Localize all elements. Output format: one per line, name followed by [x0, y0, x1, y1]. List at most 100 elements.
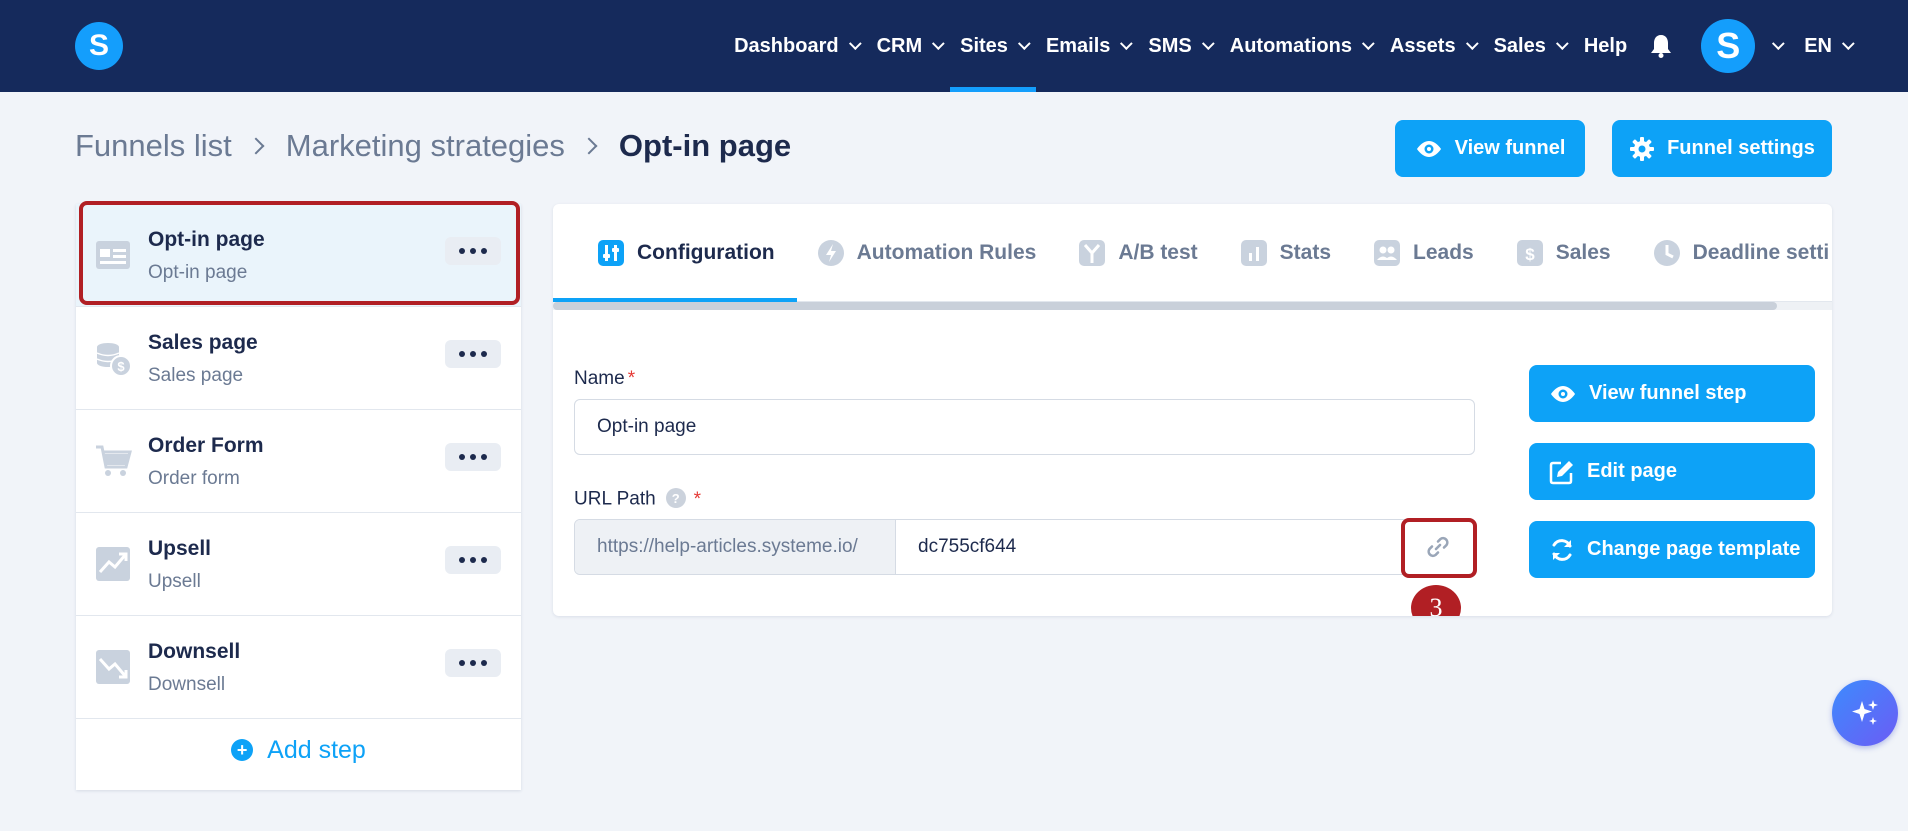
step-title: Opt-in page	[148, 228, 265, 251]
chevron-down-icon	[1361, 36, 1375, 50]
trend-down-icon	[96, 650, 130, 684]
step-title: Downsell	[148, 640, 241, 663]
tab-deadline-settings[interactable]: Deadline setti	[1633, 204, 1832, 302]
chevron-right-icon	[247, 137, 265, 155]
more-options-icon[interactable]	[445, 649, 501, 677]
more-options-icon[interactable]	[445, 443, 501, 471]
step-title: Order Form	[148, 434, 264, 457]
change-page-template-button[interactable]: Change page template	[1529, 521, 1815, 578]
refresh-icon	[1552, 538, 1572, 561]
view-funnel-step-button[interactable]: View funnel step	[1529, 365, 1815, 422]
ai-assistant-button[interactable]	[1832, 680, 1898, 746]
nav-item-sales[interactable]: Sales	[1484, 0, 1574, 92]
funnel-steps-list: Opt-in page Opt-in page $ Sales page Sal…	[76, 204, 521, 790]
step-title: Upsell	[148, 537, 212, 560]
chevron-down-icon	[1120, 36, 1134, 50]
more-options-icon[interactable]	[445, 237, 501, 265]
step-subtitle: Opt-in page	[148, 262, 248, 283]
eye-icon	[1551, 385, 1575, 402]
step-item-downsell[interactable]: Downsell Downsell	[76, 616, 521, 719]
nav-item-assets[interactable]: Assets	[1380, 0, 1484, 92]
nav-item-help[interactable]: Help	[1574, 0, 1637, 92]
notifications-bell-icon[interactable]	[1641, 0, 1681, 92]
required-mark: *	[693, 488, 702, 510]
step-configuration-panel: Configuration Automation Rules A/B test …	[553, 204, 1832, 616]
tab-automation-rules[interactable]: Automation Rules	[797, 204, 1059, 302]
tab-leads[interactable]: Leads	[1353, 204, 1496, 302]
chevron-down-icon[interactable]	[1772, 36, 1785, 50]
trend-up-icon	[96, 547, 130, 581]
edit-page-button[interactable]: Edit page	[1529, 443, 1815, 500]
chevron-down-icon	[1841, 36, 1855, 50]
eye-icon	[1416, 140, 1441, 157]
chevron-down-icon	[1555, 36, 1569, 50]
step-title: Sales page	[148, 331, 258, 354]
chevron-down-icon	[932, 36, 945, 50]
step-subtitle: Downsell	[148, 674, 226, 695]
step-item-opt-in-page[interactable]: Opt-in page Opt-in page	[76, 204, 521, 307]
more-options-icon[interactable]	[445, 340, 501, 368]
chevron-right-icon	[580, 137, 598, 155]
chevron-down-icon	[1465, 36, 1479, 50]
nav-item-crm[interactable]: CRM	[867, 0, 951, 92]
gear-icon	[1630, 136, 1655, 161]
copy-link-button[interactable]	[1403, 521, 1473, 573]
language-selector[interactable]: EN	[1794, 0, 1860, 92]
dollar-icon: $	[1516, 239, 1543, 266]
main-menu: Dashboard CRM Sites Emails SMS Automatio…	[724, 0, 1908, 92]
sparkles-icon	[1852, 700, 1878, 725]
step-item-upsell[interactable]: Upsell Upsell	[76, 513, 521, 616]
coins-icon: $	[96, 343, 132, 377]
url-path-field: https://help-articles.systeme.io/ dc755c…	[574, 519, 1475, 575]
add-step-button[interactable]: + Add step	[76, 710, 521, 790]
tab-configuration[interactable]: Configuration	[553, 204, 797, 302]
nav-item-sites[interactable]: Sites	[950, 0, 1036, 92]
step-subtitle: Upsell	[148, 571, 201, 592]
required-mark: *	[627, 368, 636, 389]
tabs-scrollbar-thumb[interactable]	[553, 302, 1777, 310]
funnel-settings-button[interactable]: Funnel settings	[1612, 120, 1832, 177]
users-icon	[1374, 239, 1401, 266]
sliders-icon	[598, 239, 624, 266]
tab-ab-test[interactable]: A/B test	[1058, 204, 1219, 302]
page-title: Opt-in page	[618, 128, 792, 163]
name-input[interactable]: Opt-in page	[574, 399, 1475, 455]
url-path-input[interactable]: dc755cf644	[896, 520, 1474, 574]
step-item-order-form[interactable]: Order Form Order form	[76, 410, 521, 513]
nav-item-automations[interactable]: Automations	[1220, 0, 1380, 92]
chevron-down-icon	[1017, 36, 1031, 50]
tab-sales[interactable]: $ Sales	[1496, 204, 1633, 302]
breadcrumb-marketing-strategies[interactable]: Marketing strategies	[286, 128, 565, 164]
help-question-icon[interactable]: ?	[665, 488, 686, 508]
breadcrumb-funnels-list[interactable]: Funnels list	[75, 128, 232, 164]
plus-circle-icon: +	[231, 739, 254, 761]
step-subtitle: Order form	[148, 468, 240, 489]
url-path-label: URL Path? *	[574, 488, 702, 510]
svg-text:$: $	[117, 359, 125, 374]
chevron-down-icon	[848, 36, 862, 50]
svg-text:$: $	[1525, 245, 1535, 264]
systeme-logo[interactable]: S	[75, 22, 123, 70]
nav-item-dashboard[interactable]: Dashboard	[724, 0, 866, 92]
nav-item-emails[interactable]: Emails	[1036, 0, 1138, 92]
annotation-step-badge: 3	[1411, 585, 1461, 616]
view-funnel-button[interactable]: View funnel	[1395, 120, 1585, 177]
breadcrumb: Funnels list Marketing strategies Opt-in…	[75, 128, 791, 164]
clock-icon	[1653, 239, 1680, 266]
tab-bar: Configuration Automation Rules A/B test …	[553, 204, 1832, 302]
bar-chart-icon	[1240, 239, 1267, 266]
user-avatar[interactable]: S	[1701, 19, 1756, 73]
nav-item-sms[interactable]: SMS	[1138, 0, 1219, 92]
edit-icon	[1549, 460, 1573, 484]
more-options-icon[interactable]	[445, 546, 501, 574]
bolt-icon	[817, 239, 844, 266]
name-label: Name *	[574, 368, 636, 389]
cart-icon	[96, 445, 132, 476]
link-icon	[1427, 536, 1449, 558]
chevron-down-icon	[1201, 36, 1215, 50]
top-navigation-bar: S Dashboard CRM Sites Emails SMS Automat…	[0, 0, 1908, 92]
step-item-sales-page[interactable]: $ Sales page Sales page	[76, 307, 521, 410]
tab-stats[interactable]: Stats	[1220, 204, 1353, 302]
step-subtitle: Sales page	[148, 365, 244, 386]
url-domain-prefix: https://help-articles.systeme.io/	[575, 520, 896, 574]
